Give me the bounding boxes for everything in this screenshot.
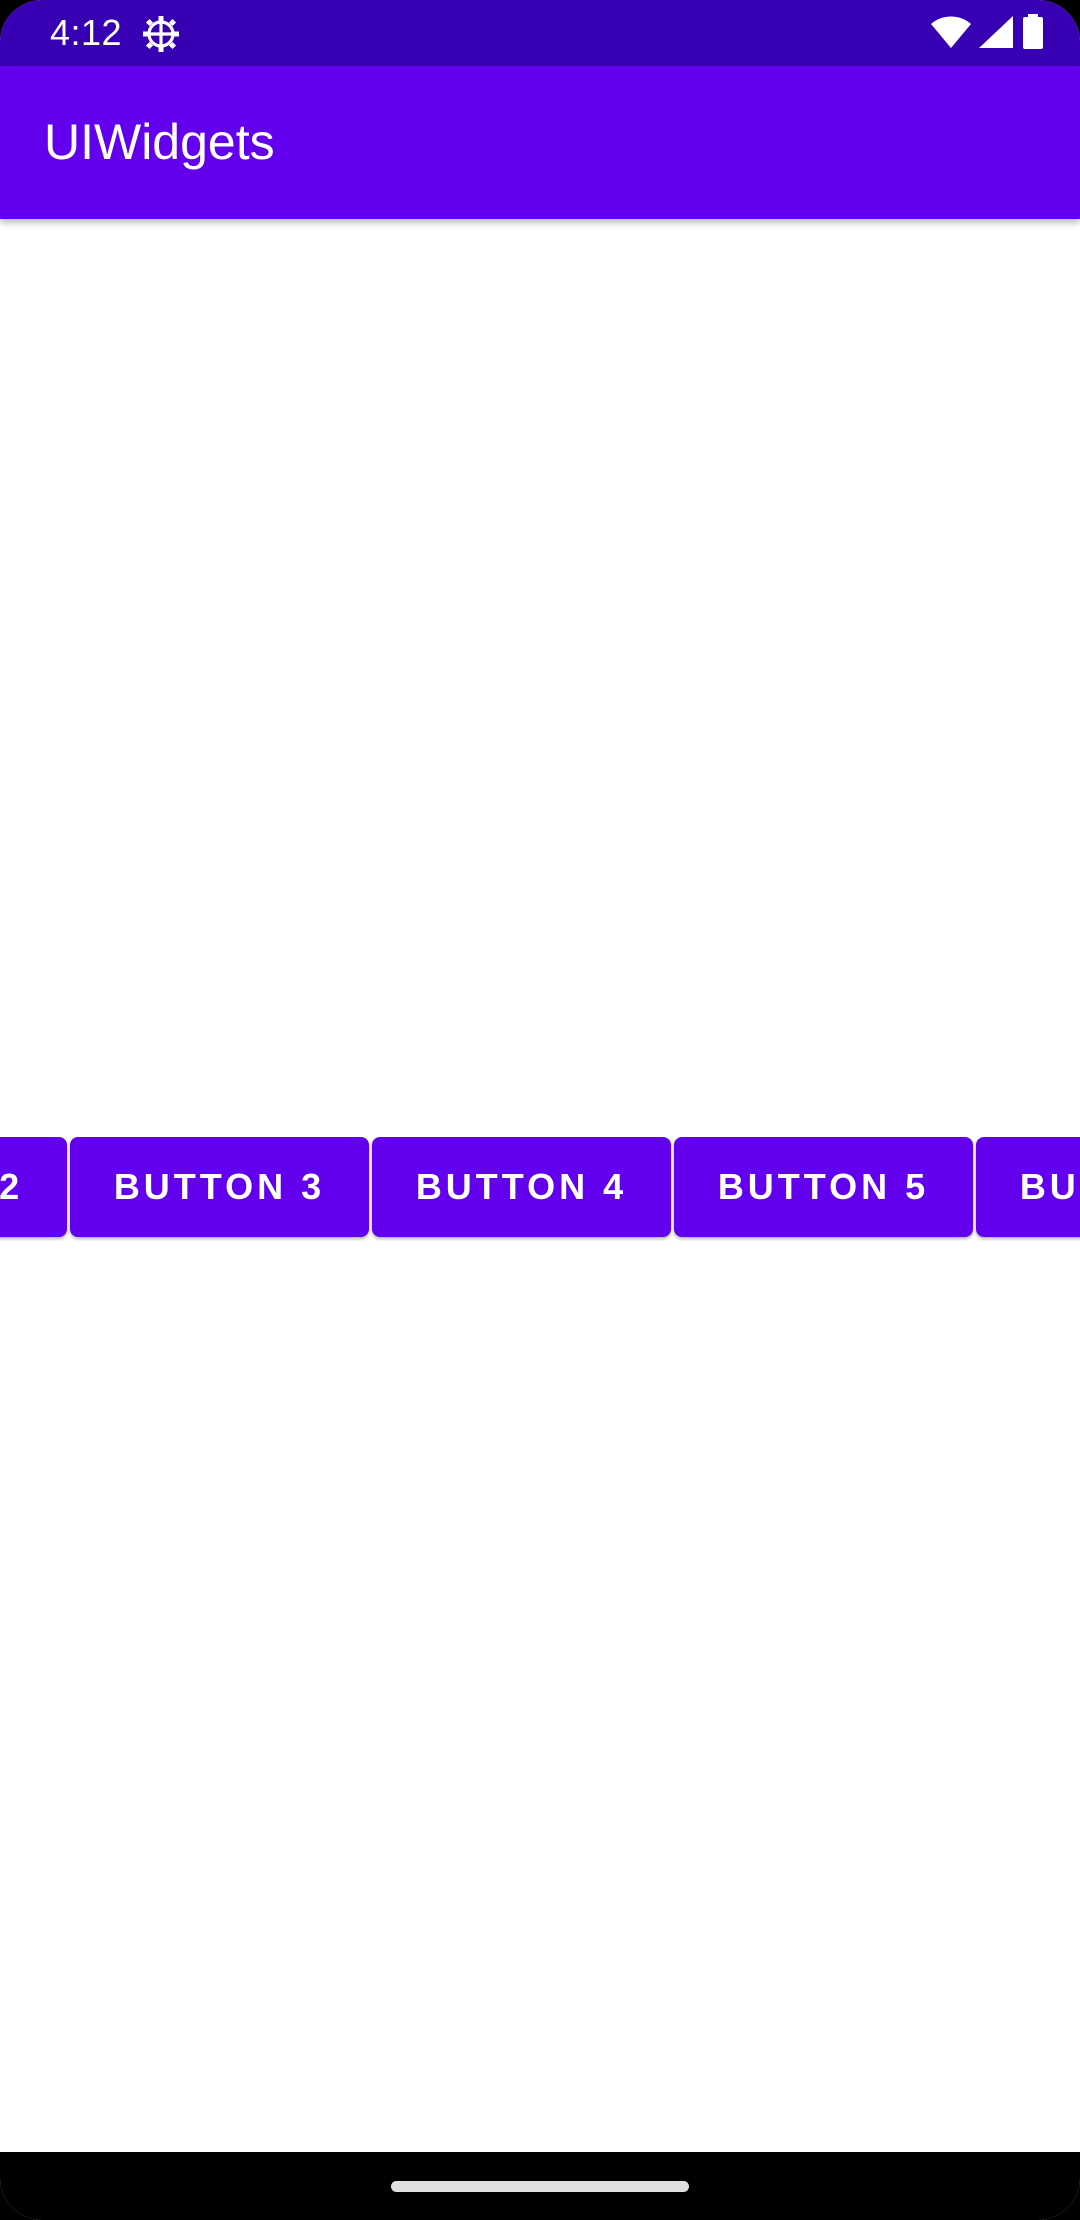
app-title: UIWidgets [44, 114, 275, 170]
button-6[interactable]: BUTTON 6 [976, 1137, 1080, 1237]
status-icons [930, 13, 1046, 55]
main-content: BUTTON 2 BUTTON 3 BUTTON 4 BUTTON 5 BUTT… [0, 219, 1080, 2152]
status-time: 4:12 [50, 12, 123, 53]
button-5[interactable]: BUTTON 5 [674, 1137, 973, 1237]
wifi-icon [930, 15, 972, 54]
home-handle[interactable] [391, 2181, 689, 2192]
button-4[interactable]: BUTTON 4 [372, 1137, 671, 1237]
button-3[interactable]: BUTTON 3 [70, 1137, 369, 1237]
status-bar: 4:12 [0, 0, 1080, 66]
phone-screen: 4:12 UIWidgets 2 BUTTON 3 BUTTON 4 BUTTO… [0, 0, 1080, 2220]
button-2[interactable]: BUTTON 2 [0, 1137, 67, 1237]
app-bar: UIWidgets [0, 66, 1080, 219]
settings-gear-icon [141, 14, 181, 54]
button-row: BUTTON 2 BUTTON 3 BUTTON 4 BUTTON 5 BUTT… [0, 1137, 1080, 1237]
battery-icon [1020, 13, 1046, 55]
horizontal-button-scroller[interactable]: BUTTON 2 BUTTON 3 BUTTON 4 BUTTON 5 BUTT… [0, 1137, 1080, 1241]
navigation-bar [0, 2152, 1080, 2220]
cell-signal-icon [978, 15, 1014, 54]
